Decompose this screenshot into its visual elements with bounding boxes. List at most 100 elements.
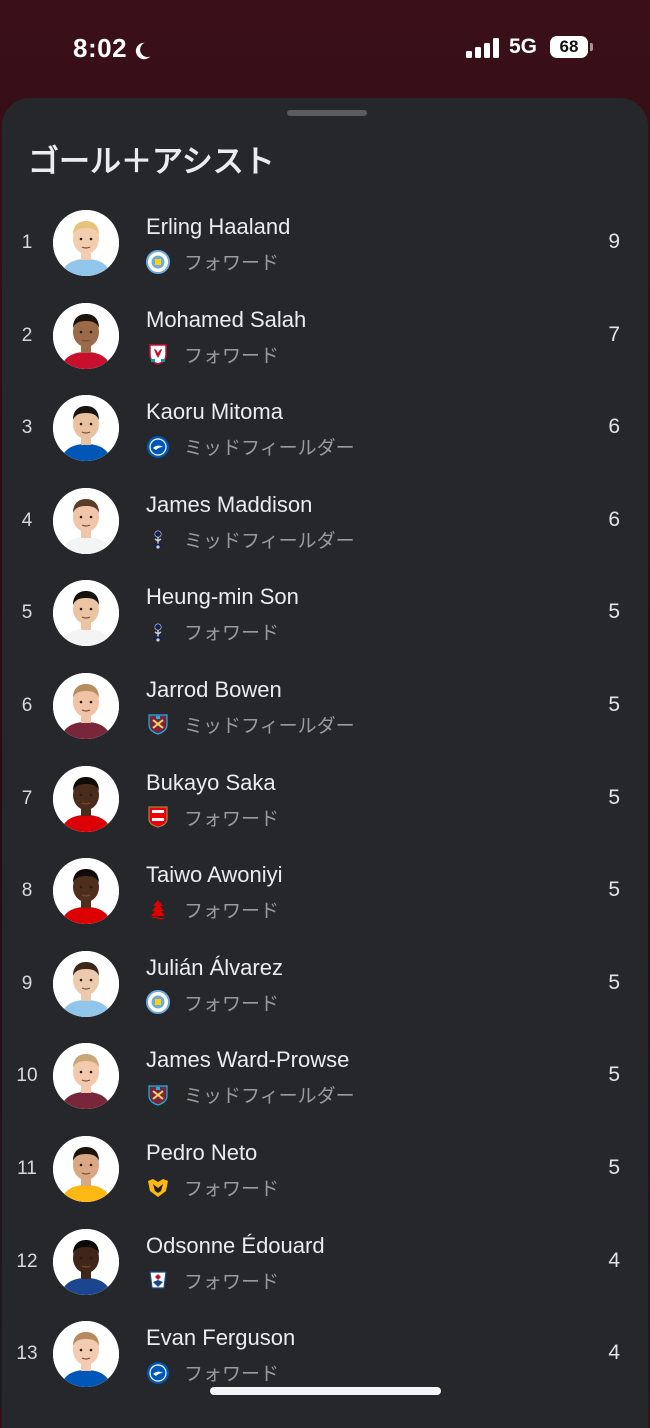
player-avatar [53,395,119,462]
player-position: ミッドフィールダー [184,530,355,552]
tottenham-crest-icon [146,620,170,644]
goals-plus-assists-value: 5 [608,785,620,809]
player-name: James Ward-Prowse [146,1047,350,1073]
player-row[interactable]: 8 Taiwo Awoniyi フォワード 5 [2,846,648,939]
brighton-crest-icon [146,1361,170,1385]
battery-level: 68 [550,36,588,58]
west-ham-crest-icon [146,1083,170,1107]
goals-plus-assists-value: 5 [608,970,620,994]
player-name: Julián Álvarez [146,954,283,980]
player-meta: フォワード [146,1267,279,1294]
player-avatar [53,1135,119,1202]
player-position: ミッドフィールダー [184,715,355,737]
goals-plus-assists-value: 5 [608,600,620,624]
player-position: ミッドフィールダー [184,1086,355,1108]
player-meta: フォワード [146,248,279,275]
goals-plus-assists-value: 6 [608,415,620,439]
player-row[interactable]: 5 Heung-min Son フォワード 5 [2,568,648,661]
player-row[interactable]: 12 Odsonne Édouard フォワード 4 [2,1217,648,1310]
player-rank: 13 [16,1343,38,1365]
player-rank: 1 [21,232,33,253]
sheet-grabber-handle[interactable] [287,110,367,116]
player-position: フォワード [184,1178,280,1200]
goals-plus-assists-value: 4 [608,1341,620,1365]
player-row[interactable]: 7 Bukayo Saka フォワード 5 [2,754,648,847]
west-ham-crest-icon [146,712,170,736]
player-row[interactable]: 9 Julián Álvarez フォワード 5 [2,939,648,1032]
tottenham-crest-icon [146,527,170,551]
battery-icon: 68 [550,36,594,60]
player-meta: フォワード [146,341,279,368]
home-indicator[interactable] [210,1387,441,1395]
player-meta: フォワード [146,804,279,831]
player-avatar [53,672,119,739]
status-time: 8:02 [73,33,153,64]
player-name: Pedro Neto [146,1139,258,1165]
player-position: フォワード [184,808,280,830]
goals-plus-assists-value: 5 [608,878,620,902]
man-city-crest-icon [146,249,170,274]
crystal-palace-crest-icon [146,1268,170,1292]
time-label: 8:02 [73,33,128,63]
player-name: James Maddison [146,491,313,517]
player-rank: 12 [16,1250,38,1272]
player-position: フォワード [184,901,280,923]
player-position: ミッドフィールダー [184,438,355,460]
player-meta: フォワード [146,896,279,923]
player-list: 1 Erling Haaland フォワード 9 2 Mohamed Salah フォワード… [2,198,648,1402]
player-meta: フォワード [146,1174,279,1201]
player-meta: ミッドフィールダー [146,526,355,553]
player-row[interactable]: 1 Erling Haaland フォワード 9 [2,198,648,291]
player-meta: フォワード [146,618,279,645]
player-avatar [53,210,119,276]
player-rank: 7 [21,787,33,809]
player-row[interactable]: 6 Jarrod Bowen ミッドフィールダー 5 [2,661,648,754]
player-row[interactable]: 11 Pedro Neto フォワード 5 [2,1124,648,1217]
arsenal-crest-icon [146,805,170,829]
player-avatar [53,302,119,369]
player-position: フォワード [184,1271,280,1293]
player-name: Erling Haaland [146,214,291,239]
player-position: フォワード [184,253,280,274]
bottom-sheet: ゴール＋アシスト 1 Erling Haaland フォワード 9 2 Mohamed S… [2,98,648,1428]
player-name: Kaoru Mitoma [146,399,283,425]
player-avatar [53,765,119,832]
player-row[interactable]: 4 James Maddison ミッドフィールダー 6 [2,476,648,569]
player-avatar [53,1043,119,1110]
player-name: Evan Ferguson [146,1325,296,1351]
goals-plus-assists-value: 9 [608,230,620,253]
player-avatar [53,487,119,554]
player-row[interactable]: 10 James Ward-Prowse ミッドフィールダー 5 [2,1031,648,1124]
sheet-title: ゴール＋アシスト [28,144,275,179]
player-meta: ミッドフィールダー [146,711,355,738]
goals-plus-assists-value: 7 [608,322,620,346]
player-meta: ミッドフィールダー [146,433,355,460]
brighton-crest-icon [146,435,170,459]
cellular-signal-icon [466,38,500,58]
player-name: Taiwo Awoniyi [146,862,283,888]
player-rank: 4 [21,509,33,531]
player-rank: 2 [21,324,33,346]
player-name: Odsonne Édouard [146,1232,325,1258]
player-position: フォワード [184,993,280,1015]
player-avatar [53,858,119,925]
player-avatar [53,950,119,1017]
network-type: 5G [509,35,538,58]
player-position: フォワード [184,345,280,367]
player-name: Heung-min Son [146,584,299,610]
wolves-crest-icon [146,1175,170,1199]
player-position: フォワード [184,623,280,645]
player-rank: 6 [21,694,33,716]
liverpool-crest-icon [146,342,170,366]
player-row[interactable]: 3 Kaoru Mitoma ミッドフィールダー 6 [2,383,648,476]
player-avatar [53,1228,119,1295]
player-rank: 5 [21,602,33,624]
goals-plus-assists-value: 4 [608,1248,620,1272]
battery-tip [590,43,593,51]
player-avatar [53,580,119,647]
player-rank: 10 [16,1065,38,1087]
status-bar: 8:02 5G 68 [0,0,650,98]
player-meta: ミッドフィールダー [146,1081,355,1108]
nottingham-forest-crest-icon [146,898,170,922]
player-row[interactable]: 2 Mohamed Salah フォワード 7 [2,291,648,384]
